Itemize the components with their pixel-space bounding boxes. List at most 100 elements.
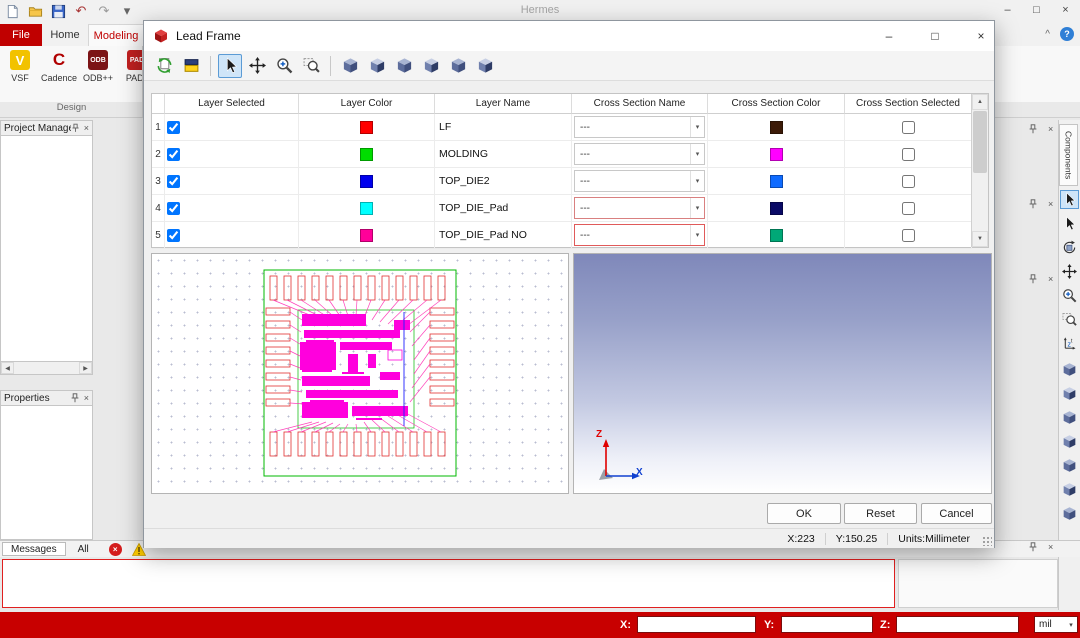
iso-view-button[interactable] bbox=[1060, 504, 1079, 523]
leadframe-2d-view[interactable] bbox=[151, 253, 569, 494]
dialog-titlebar[interactable]: Lead Frame – □ × bbox=[144, 21, 994, 51]
ribbon-item-odb[interactable]: ODB ODB++ bbox=[83, 50, 113, 83]
header-layer-selected[interactable]: Layer Selected bbox=[165, 94, 299, 114]
iso-view-button[interactable] bbox=[365, 54, 389, 78]
scroll-up-icon[interactable]: ▲ bbox=[972, 94, 988, 110]
iso-view-button[interactable] bbox=[446, 54, 470, 78]
cross-section-color-swatch[interactable] bbox=[770, 121, 783, 134]
tab-all[interactable]: All bbox=[70, 542, 97, 556]
header-cross-section-color[interactable]: Cross Section Color bbox=[708, 94, 845, 114]
pan-tool-button[interactable] bbox=[245, 54, 269, 78]
project-manager-hscrollbar[interactable]: ◀ ▶ bbox=[0, 362, 93, 375]
scroll-right-icon[interactable]: ▶ bbox=[79, 362, 92, 374]
z-coordinate-input[interactable] bbox=[896, 616, 1019, 633]
table-vscrollbar[interactable]: ▲ ▼ bbox=[971, 94, 988, 247]
layer-selected-checkbox[interactable] bbox=[167, 202, 180, 215]
cross-section-color-swatch[interactable] bbox=[770, 202, 783, 215]
header-cross-section-name[interactable]: Cross Section Name bbox=[572, 94, 708, 114]
close-icon[interactable]: × bbox=[1048, 199, 1053, 209]
tab-home[interactable]: Home bbox=[42, 24, 88, 46]
pick-tool-button[interactable] bbox=[1060, 214, 1079, 233]
units-dropdown[interactable]: mil ▾ bbox=[1034, 616, 1078, 633]
cross-section-color-swatch[interactable] bbox=[770, 229, 783, 242]
pan-view-button[interactable] bbox=[1060, 262, 1079, 281]
pin-icon[interactable] bbox=[71, 123, 80, 133]
layer-selected-checkbox[interactable] bbox=[167, 175, 180, 188]
components-tab[interactable]: Components bbox=[1059, 124, 1078, 186]
layer-color-swatch[interactable] bbox=[360, 175, 373, 188]
zoom-window-tool-button[interactable] bbox=[299, 54, 323, 78]
collapse-ribbon-icon[interactable]: ^ bbox=[1045, 29, 1050, 40]
qat-dropdown-button[interactable]: ▾ bbox=[119, 3, 135, 19]
ok-button[interactable]: OK bbox=[767, 503, 841, 524]
layer-colors-button[interactable] bbox=[179, 54, 203, 78]
cross-section-color-swatch[interactable] bbox=[770, 148, 783, 161]
scroll-track[interactable] bbox=[14, 362, 79, 374]
iso-view-button[interactable] bbox=[1060, 384, 1079, 403]
reset-button[interactable]: Reset bbox=[844, 503, 917, 524]
rotate-view-button[interactable] bbox=[1060, 238, 1079, 257]
minimize-button[interactable]: – bbox=[993, 0, 1022, 20]
select-tool-button[interactable] bbox=[1060, 190, 1079, 209]
zoom-window-button[interactable] bbox=[1060, 310, 1079, 329]
messages-output[interactable] bbox=[2, 559, 895, 608]
x-coordinate-input[interactable] bbox=[637, 616, 756, 633]
restore-button[interactable]: □ bbox=[1022, 0, 1051, 20]
scroll-left-icon[interactable]: ◀ bbox=[1, 362, 14, 374]
cross-section-color-swatch[interactable] bbox=[770, 175, 783, 188]
header-layer-color[interactable]: Layer Color bbox=[299, 94, 435, 114]
zoom-in-tool-button[interactable] bbox=[272, 54, 296, 78]
new-document-button[interactable] bbox=[4, 3, 20, 19]
close-icon[interactable]: × bbox=[1048, 124, 1053, 134]
properties-body[interactable] bbox=[0, 406, 93, 540]
error-filter-icon[interactable]: × bbox=[109, 543, 122, 556]
undo-button[interactable]: ↶ bbox=[73, 3, 89, 19]
iso-view-button[interactable] bbox=[392, 54, 416, 78]
ribbon-item-vsf[interactable]: V VSF bbox=[5, 50, 35, 83]
cross-section-selected-checkbox[interactable] bbox=[902, 229, 915, 242]
close-icon[interactable]: × bbox=[84, 393, 89, 403]
close-button[interactable]: × bbox=[1051, 0, 1080, 20]
dialog-minimize-button[interactable]: – bbox=[876, 24, 902, 48]
close-icon[interactable]: × bbox=[84, 123, 89, 133]
bottom-right-panel[interactable] bbox=[898, 559, 1058, 608]
cross-section-name-combo[interactable]: ---▾ bbox=[574, 170, 705, 192]
pin-icon[interactable] bbox=[1028, 199, 1038, 209]
iso-view-button[interactable] bbox=[338, 54, 362, 78]
iso-view-button[interactable] bbox=[1060, 408, 1079, 427]
layer-color-swatch[interactable] bbox=[360, 229, 373, 242]
close-icon[interactable]: × bbox=[1048, 274, 1053, 284]
cross-section-selected-checkbox[interactable] bbox=[902, 148, 915, 161]
cancel-button[interactable]: Cancel bbox=[921, 503, 992, 524]
cross-section-selected-checkbox[interactable] bbox=[902, 121, 915, 134]
pin-icon[interactable] bbox=[1028, 542, 1038, 552]
iso-view-button[interactable] bbox=[473, 54, 497, 78]
iso-view-button[interactable] bbox=[1060, 456, 1079, 475]
close-icon[interactable]: × bbox=[1048, 542, 1053, 552]
select-tool-button[interactable] bbox=[218, 54, 242, 78]
cross-section-name-combo[interactable]: ---▾ bbox=[574, 224, 705, 246]
header-layer-name[interactable]: Layer Name bbox=[435, 94, 572, 114]
cross-section-name-combo[interactable]: ---▾ bbox=[574, 116, 705, 138]
iso-view-button[interactable] bbox=[1060, 360, 1079, 379]
layer-selected-checkbox[interactable] bbox=[167, 229, 180, 242]
open-file-button[interactable] bbox=[27, 3, 43, 19]
layer-color-swatch[interactable] bbox=[360, 121, 373, 134]
scroll-down-icon[interactable]: ▼ bbox=[972, 231, 988, 247]
save-button[interactable] bbox=[50, 3, 66, 19]
tab-file[interactable]: File bbox=[0, 24, 42, 46]
leadframe-3d-view[interactable]: Z X bbox=[573, 253, 992, 494]
dialog-maximize-button[interactable]: □ bbox=[922, 24, 948, 48]
redo-button[interactable]: ↷ bbox=[96, 3, 112, 19]
layer-selected-checkbox[interactable] bbox=[167, 148, 180, 161]
pin-icon[interactable] bbox=[1028, 274, 1038, 284]
iso-view-button[interactable] bbox=[1060, 480, 1079, 499]
cross-section-name-combo[interactable]: ---▾ bbox=[574, 197, 705, 219]
iso-view-button[interactable] bbox=[419, 54, 443, 78]
cross-section-selected-checkbox[interactable] bbox=[902, 175, 915, 188]
layer-color-swatch[interactable] bbox=[360, 202, 373, 215]
cross-section-name-combo[interactable]: ---▾ bbox=[574, 143, 705, 165]
tab-messages[interactable]: Messages bbox=[2, 542, 66, 556]
axis-zt-button[interactable] bbox=[1060, 334, 1079, 353]
refresh-button[interactable] bbox=[152, 54, 176, 78]
